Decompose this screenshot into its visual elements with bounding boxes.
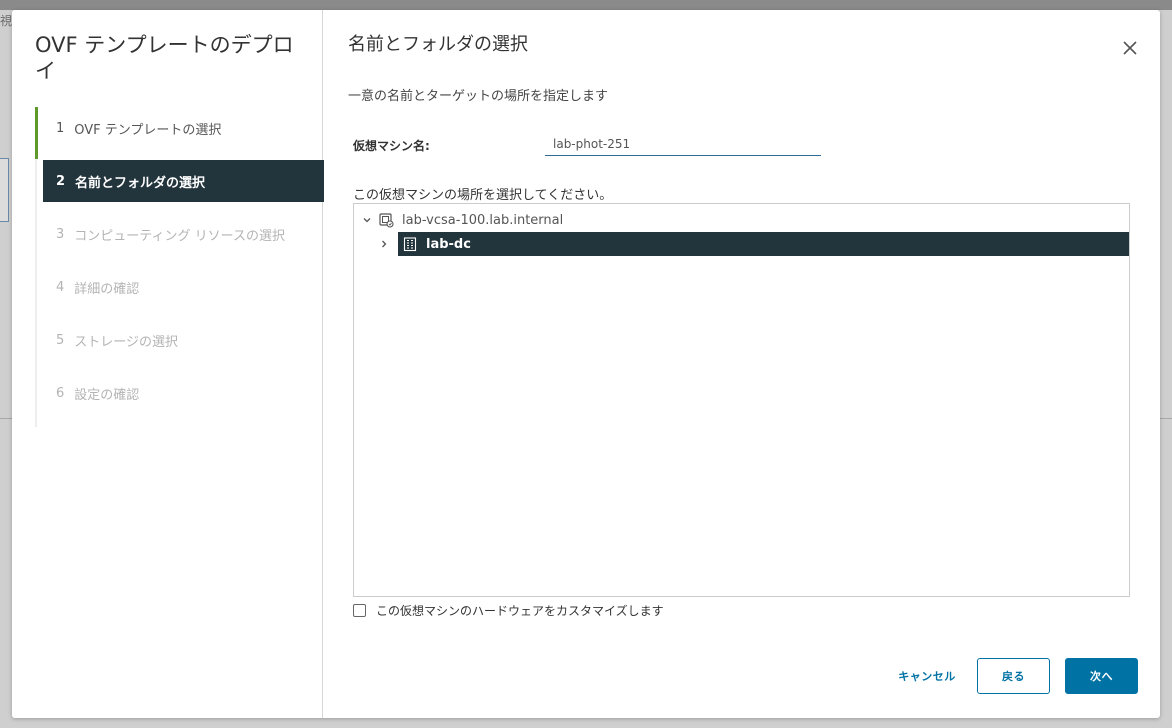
chevron-down-icon[interactable] bbox=[360, 208, 374, 232]
location-tree: lab-vcsa-100.lab.internal lab-dc bbox=[353, 203, 1130, 597]
wizard-step-2[interactable]: 2 名前とフォルダの選択 bbox=[43, 160, 324, 202]
chevron-right-icon[interactable] bbox=[376, 236, 392, 252]
wizard-step-3: 3 コンピューティング リソースの選択 bbox=[37, 213, 324, 255]
step-label: 名前とフォルダの選択 bbox=[75, 175, 206, 191]
step-number: 6 bbox=[56, 385, 65, 401]
background-text-fragment: 視 bbox=[0, 14, 13, 28]
step-label: 詳細の確認 bbox=[74, 281, 140, 297]
wizard-step-4: 4 詳細の確認 bbox=[37, 266, 324, 308]
location-label: この仮想マシンの場所を選択してください。 bbox=[353, 188, 613, 203]
close-icon bbox=[1123, 41, 1137, 55]
customize-hardware-label: この仮想マシンのハードウェアをカスタマイズします bbox=[376, 604, 664, 618]
back-button[interactable]: 戻る bbox=[977, 658, 1050, 694]
next-button[interactable]: 次へ bbox=[1065, 658, 1138, 694]
page-title: 名前とフォルダの選択 bbox=[348, 34, 528, 55]
background-header bbox=[0, 0, 1172, 10]
step-label: OVF テンプレートの選択 bbox=[74, 122, 222, 138]
step-number: 3 bbox=[56, 226, 65, 242]
wizard-step-5: 5 ストレージの選択 bbox=[37, 319, 324, 361]
vm-name-label: 仮想マシン名: bbox=[353, 139, 430, 153]
step-number: 2 bbox=[56, 173, 66, 189]
step-number: 5 bbox=[56, 332, 65, 348]
cancel-button[interactable]: キャンセル bbox=[883, 658, 971, 694]
wizard-title: OVF テンプレートのデプロイ bbox=[35, 33, 294, 83]
step-label: 設定の確認 bbox=[74, 387, 140, 403]
wizard-content: 名前とフォルダの選択 一意の名前とターゲットの場所を指定します 仮想マシン名: … bbox=[323, 10, 1160, 718]
background-divider bbox=[1160, 418, 1172, 419]
tree-node-label: lab-dc bbox=[426, 236, 471, 252]
tree-node-label: lab-vcsa-100.lab.internal bbox=[402, 212, 564, 228]
background-panel-fragment bbox=[0, 158, 9, 222]
step-label: コンピューティング リソースの選択 bbox=[74, 228, 285, 244]
tree-node-vcenter[interactable]: lab-vcsa-100.lab.internal bbox=[360, 208, 563, 232]
datacenter-icon bbox=[402, 235, 420, 253]
vm-name-input[interactable] bbox=[545, 132, 821, 156]
deploy-ovf-dialog: OVF テンプレートのデプロイ 1 OVF テンプレートの選択 2 名前とフォル… bbox=[12, 10, 1160, 718]
wizard-step-1[interactable]: 1 OVF テンプレートの選択 bbox=[35, 107, 324, 159]
customize-hardware-checkbox[interactable] bbox=[353, 604, 366, 617]
customize-hardware-option[interactable]: この仮想マシンのハードウェアをカスタマイズします bbox=[353, 602, 664, 619]
step-number: 1 bbox=[56, 120, 65, 136]
wizard-steps: 1 OVF テンプレートの選択 2 名前とフォルダの選択 3 コンピューティング… bbox=[35, 107, 324, 427]
step-number: 4 bbox=[56, 279, 65, 295]
tree-node-datacenter[interactable]: lab-dc bbox=[398, 232, 1129, 256]
background-divider bbox=[0, 418, 12, 419]
wizard-step-6: 6 設定の確認 bbox=[37, 372, 324, 414]
step-label: ストレージの選択 bbox=[74, 334, 179, 350]
wizard-step-nav: OVF テンプレートのデプロイ 1 OVF テンプレートの選択 2 名前とフォル… bbox=[12, 10, 324, 718]
close-button[interactable] bbox=[1118, 36, 1142, 60]
page-description: 一意の名前とターゲットの場所を指定します bbox=[348, 89, 609, 104]
vcenter-icon bbox=[378, 211, 396, 229]
